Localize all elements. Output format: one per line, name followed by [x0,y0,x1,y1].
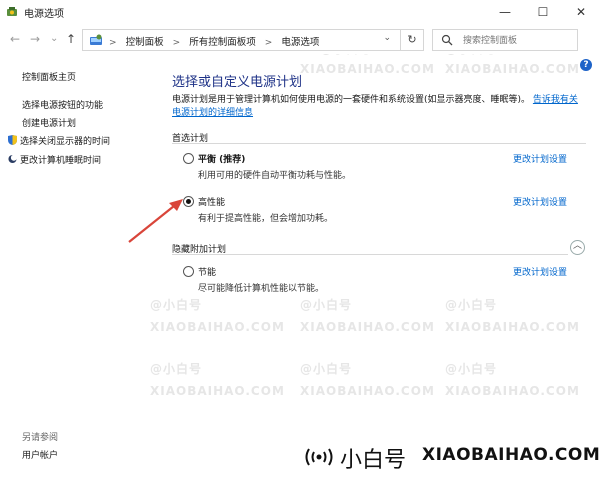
help-icon[interactable]: ? [580,59,592,71]
faint-watermark-text: @小白号 [150,362,203,376]
faint-watermark-text: XIAOBAIHAO.COM [300,320,435,334]
forward-icon[interactable]: → [30,32,40,46]
faint-watermark-text: @小白号 [445,362,498,376]
sidebar-item-create-plan[interactable]: 创建电源计划 [22,116,76,129]
breadcrumb: > 控制面板 > 所有控制面板项 > 电源选项 [109,34,319,48]
page-description: 电源计划是用于管理计算机如何使用电源的一套硬件和系统设置(如显示器亮度、睡眠等)… [172,94,586,120]
sidebar-item-sleep-time[interactable]: 更改计算机睡眠时间 [8,153,101,166]
address-dropdown-icon[interactable]: ⌄ [383,33,391,43]
watermark-chinese: 小白号 [340,448,407,473]
divider [172,254,568,255]
moon-icon [8,154,17,164]
balanced-plan-description: 利用可用的硬件自动平衡功耗与性能。 [198,171,352,181]
faint-watermark-text: XIAOBAIHAO.COM [300,62,435,76]
faint-watermark-text: @小白号 [300,298,353,312]
search-input[interactable] [461,33,575,49]
window-title: 电源选项 [24,9,64,20]
annotation-arrow-icon [128,199,183,243]
description-text: 电源计划是用于管理计算机如何使用电源的一套硬件和系统设置(如显示器亮度、睡眠等)… [172,95,531,105]
breadcrumb-power-options[interactable]: 电源选项 [281,37,319,48]
shield-icon [8,135,17,145]
sidebar-item-power-button[interactable]: 选择电源按钮的功能 [22,98,103,111]
breadcrumb-separator: > [172,38,181,48]
power-options-icon [7,7,17,16]
see-also-label: 另请参阅 [22,433,59,443]
faint-watermark-text: @小白号 [300,362,353,376]
up-icon[interactable]: ↑ [66,32,76,46]
refresh-icon[interactable]: ↻ [400,30,423,50]
faint-watermark-text: XIAOBAIHAO.COM [445,384,580,398]
faint-watermark-text: XIAOBAIHAO.COM [445,62,580,76]
minimize-button[interactable]: — [486,0,524,24]
back-icon[interactable]: ← [10,32,20,46]
breadcrumb-separator: > [109,38,117,48]
sidebar-control-panel-home[interactable]: 控制面板主页 [22,70,76,83]
divider [172,143,586,144]
faint-watermark-text: @小白号 [150,298,203,312]
power-saver-plan-description: 尽可能降低计算机性能以节能。 [198,284,325,294]
collapse-chevron-icon[interactable]: ︿ [570,240,585,255]
breadcrumb-all-items[interactable]: 所有控制面板项 [189,37,256,48]
high-performance-change-settings-link[interactable]: 更改计划设置 [513,195,567,208]
page-title: 选择或自定义电源计划 [172,75,303,90]
breadcrumb-control-panel[interactable]: 控制面板 [126,37,164,48]
faint-watermark-text: XIAOBAIHAO.COM [300,384,435,398]
faint-watermark-text: XIAOBAIHAO.COM [445,320,580,334]
faint-watermark-text: XIAOBAIHAO.COM [150,320,285,334]
close-button[interactable]: ✕ [562,0,600,24]
faint-watermark-text: @小白号 [445,298,498,312]
power-saver-radio[interactable] [183,266,194,277]
search-icon [441,34,453,46]
balanced-radio[interactable] [183,153,194,164]
watermark-url: XIAOBAIHAO.COM [422,445,600,465]
faint-watermark-text: XIAOBAIHAO.COM [150,384,285,398]
broadcast-icon [305,448,333,466]
power-saver-plan-name[interactable]: 节能 [198,265,216,278]
recent-locations-icon[interactable]: ⌄ [50,33,58,44]
high-performance-plan-description: 有利于提高性能，但会增加功耗。 [198,214,334,224]
high-performance-plan-name[interactable]: 高性能 [198,195,225,208]
control-panel-icon [90,34,102,45]
address-bar[interactable]: > 控制面板 > 所有控制面板项 > 电源选项 ⌄ ↻ [82,29,424,51]
user-accounts-link[interactable]: 用户帐户 [22,448,58,461]
sidebar-item-label: 更改计算机睡眠时间 [20,156,102,166]
search-box[interactable] [432,29,578,51]
power-saver-change-settings-link[interactable]: 更改计划设置 [513,265,567,278]
maximize-button[interactable]: ☐ [524,0,562,24]
breadcrumb-separator: > [264,38,273,48]
title-bar: 电源选项 — ☐ ✕ [0,0,600,24]
balanced-change-settings-link[interactable]: 更改计划设置 [513,152,567,165]
sidebar-item-display-off[interactable]: 选择关闭显示器的时间 [8,134,110,147]
balanced-plan-name[interactable]: 平衡 (推荐) [198,152,245,165]
sidebar-item-label: 选择关闭显示器的时间 [20,137,111,147]
watermark-logo: 小白号 XIAOBAIHAO.COM [300,437,600,477]
